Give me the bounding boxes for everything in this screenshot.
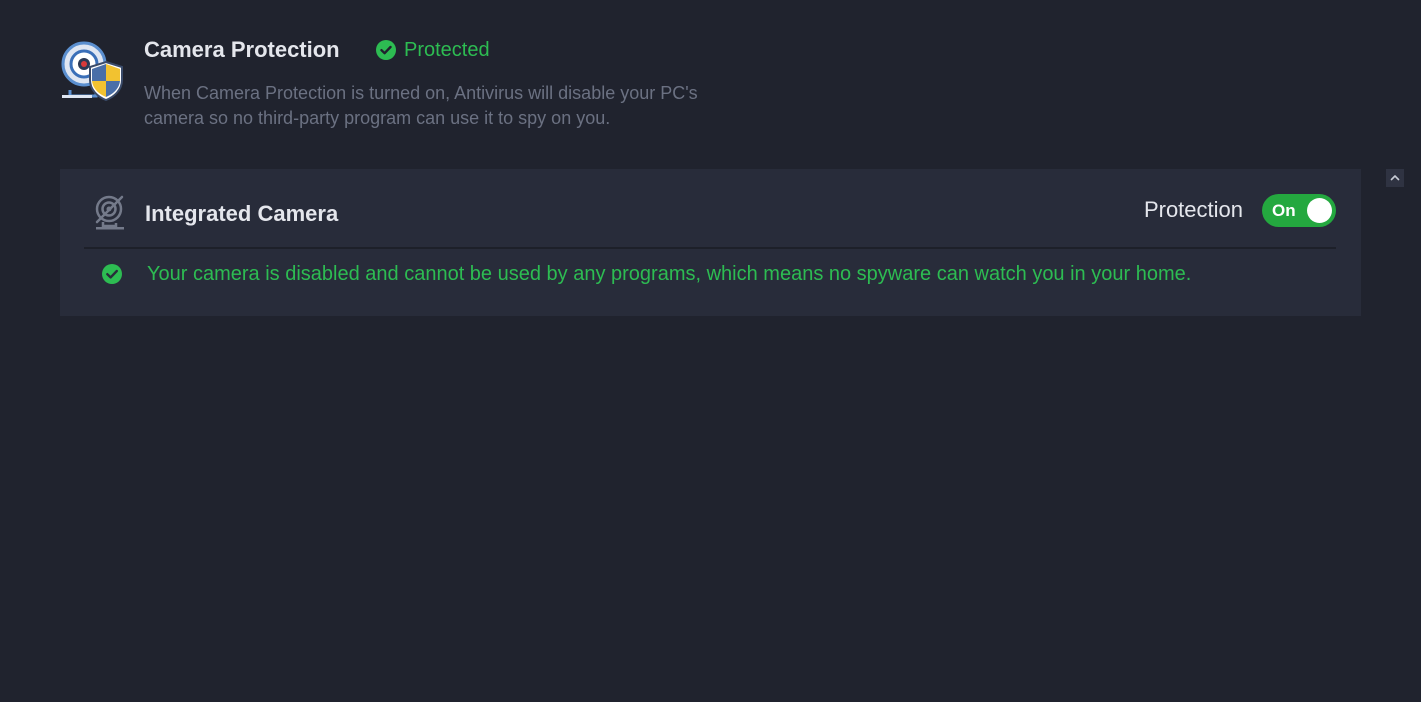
- device-status-text: Your camera is disabled and cannot be us…: [147, 263, 1192, 285]
- protection-toggle[interactable]: On: [1262, 194, 1336, 227]
- toggle-knob: [1307, 198, 1332, 223]
- device-header-row: Integrated Camera Protection On: [84, 169, 1336, 249]
- camera-shield-icon: [60, 40, 124, 102]
- device-panel: Integrated Camera Protection On Your cam…: [60, 169, 1361, 316]
- protection-label: Protection: [1143, 197, 1243, 222]
- collapse-button[interactable]: [1386, 169, 1404, 187]
- page-description: When Camera Protection is turned on, Ant…: [144, 83, 698, 128]
- page-title: Camera Protection: [144, 37, 340, 62]
- check-circle-icon: [101, 263, 123, 285]
- webcam-disabled-icon: [94, 195, 126, 231]
- camera-protection-page: Camera Protection Protected When Camera …: [0, 0, 1421, 702]
- status-indicator: Protected: [376, 36, 490, 64]
- device-status-message: Your camera is disabled and cannot be us…: [101, 259, 1191, 289]
- chevron-up-icon: [1390, 175, 1400, 181]
- check-circle-icon: [376, 40, 396, 60]
- status-text: Protected: [404, 39, 490, 61]
- toggle-label: On: [1272, 201, 1296, 220]
- device-name: Integrated Camera: [145, 201, 339, 226]
